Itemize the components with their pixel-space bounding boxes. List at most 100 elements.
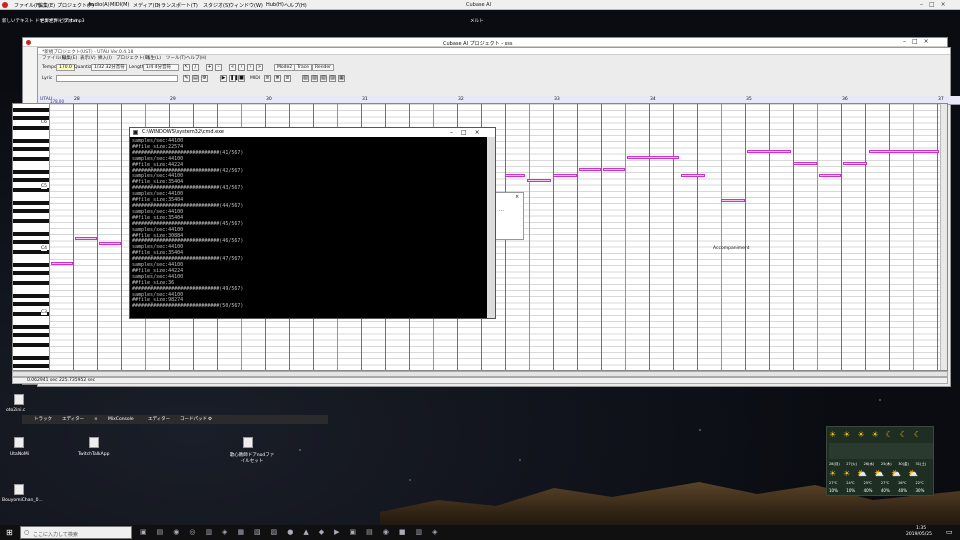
utau-menu-play[interactable]: 再生(L) <box>146 55 161 61</box>
note-block[interactable] <box>721 199 745 202</box>
pointer-tool-icon[interactable]: ↖ <box>183 64 190 71</box>
vertical-scrollbar[interactable] <box>940 104 947 370</box>
desktop-file-icon[interactable] <box>89 437 99 448</box>
bar-35: 35 <box>746 97 752 102</box>
cmd-window-controls[interactable]: –□× <box>450 128 488 137</box>
save-icon[interactable]: ▤ <box>192 75 199 82</box>
menu-file[interactable]: ファイル(F) <box>14 2 41 9</box>
weather-precip: 40% <box>880 488 890 493</box>
note-block[interactable] <box>527 179 551 182</box>
menu-edit[interactable]: 編集(E) <box>38 2 55 9</box>
note-block[interactable] <box>869 150 939 153</box>
note-block[interactable] <box>793 162 817 165</box>
desktop-icon-oto2ini[interactable]: oto2ini.c <box>6 408 25 413</box>
play-icon[interactable]: ▶ <box>220 75 227 82</box>
weather-precip: 10% <box>846 488 856 493</box>
desktop-file-icon[interactable] <box>14 394 24 405</box>
tool-d-icon[interactable]: ▧ <box>302 75 309 82</box>
cmd-scrollbar[interactable] <box>487 137 495 318</box>
desktop-file-icon[interactable] <box>243 437 253 448</box>
note-block[interactable] <box>99 242 121 245</box>
tab-close-icon[interactable]: × <box>94 415 98 424</box>
weather-day: 31(土) <box>915 462 927 466</box>
lyric-input[interactable] <box>56 75 178 82</box>
next-icon[interactable]: › <box>247 64 254 71</box>
tab-chordpad[interactable]: コードパッド <box>180 415 207 424</box>
quantize-select[interactable]: 1/32 32分音符 <box>91 64 127 71</box>
menu-window[interactable]: ウィンドウ(W) <box>229 2 263 9</box>
note-block[interactable] <box>75 237 97 240</box>
midi-label: MIDI <box>250 76 261 81</box>
tab-editor[interactable]: エディター <box>62 415 84 424</box>
pencil-tool-icon[interactable]: / <box>192 64 199 71</box>
length-select[interactable]: 1/4 4分音符 <box>143 64 179 71</box>
tool-c-icon[interactable]: ≡ <box>284 75 291 82</box>
note-block[interactable] <box>843 162 867 165</box>
utau-menu-help[interactable]: ヘルプ(H) <box>186 55 206 61</box>
forward-icon[interactable]: » <box>256 64 263 71</box>
piano-keys[interactable] <box>13 104 49 370</box>
project-window-controls[interactable]: –□× <box>903 38 935 45</box>
notification-icon[interactable]: ▭ <box>946 528 953 536</box>
note-block[interactable] <box>505 174 525 177</box>
window-controls[interactable]: –□× <box>920 1 952 8</box>
utau-menu-project[interactable]: プロジェクト(P) <box>116 55 149 61</box>
menu-midi[interactable]: MIDI(M) <box>110 2 129 8</box>
prev-icon[interactable]: ‹ <box>238 64 245 71</box>
tab-track[interactable]: トラック <box>34 415 52 424</box>
tab-mixconsole[interactable]: MixConsole <box>108 415 134 424</box>
tool-h-icon[interactable]: ▦ <box>338 75 345 82</box>
note-block[interactable] <box>51 262 73 265</box>
tab-editor-2[interactable]: エディター <box>148 415 170 424</box>
windows-start-icon[interactable]: ⊞ <box>6 528 13 537</box>
desktop-top-icon-3[interactable]: メルト <box>470 18 484 24</box>
mode2-button[interactable]: Mode2 <box>274 64 296 71</box>
dialog-ellipsis: … <box>499 207 504 213</box>
menu-hub[interactable]: Hub(H) <box>266 2 284 8</box>
note-block[interactable] <box>681 174 705 177</box>
tool-g-icon[interactable]: ▨ <box>329 75 336 82</box>
note-block[interactable] <box>819 174 841 177</box>
search-box[interactable]: ○ ここに入力して検索 <box>20 526 132 539</box>
tab-settings-icon[interactable]: ⚙ <box>208 415 212 424</box>
desktop-top-icon-2[interactable]: 世界世界 ビデオ.mp3 <box>40 18 84 24</box>
desktop-file-icon[interactable] <box>14 437 24 448</box>
zoom-out-icon[interactable]: - <box>215 64 222 71</box>
utau-menu-insert[interactable]: 挿入(I) <box>98 55 112 61</box>
desktop-icon-bouyomi[interactable]: BouyomiChan_0... <box>2 498 43 503</box>
tool-a-icon[interactable]: ≡ <box>264 75 271 82</box>
menu-help[interactable]: ヘルプ(H) <box>284 2 307 9</box>
desktop-icon-utanomi[interactable]: UtaNoMi <box>10 452 29 457</box>
menu-studio[interactable]: スタジオ(S) <box>203 2 230 9</box>
bar-34: 34 <box>650 97 656 102</box>
menu-audio[interactable]: Audio(A) <box>88 2 110 8</box>
menu-transport[interactable]: トランスポート(T) <box>156 2 198 9</box>
tool-e-icon[interactable]: ▨ <box>311 75 318 82</box>
tool-f-icon[interactable]: ▧ <box>320 75 327 82</box>
zoom-in-icon[interactable]: + <box>206 64 213 71</box>
trace-button[interactable]: Trace <box>294 64 312 71</box>
utau-menu-edit[interactable]: 編集(E) <box>62 55 77 61</box>
note-block[interactable] <box>553 174 577 177</box>
pause-icon[interactable]: ❚❚ <box>229 75 238 82</box>
taskbar-app-icons[interactable]: ▣▤◉◎▥◈▦▧▨●▲◆▶▣▤◉■▥◈ <box>140 528 700 537</box>
note-block[interactable] <box>579 168 601 171</box>
note-block[interactable] <box>627 156 679 159</box>
dialog-close-icon[interactable]: × <box>515 194 519 200</box>
tool-b-icon[interactable]: ≣ <box>274 75 281 82</box>
render-button[interactable]: Render <box>312 64 335 71</box>
tempo-input[interactable]: 170.0 <box>56 64 75 71</box>
note-block[interactable] <box>747 150 791 153</box>
stop-icon[interactable]: ■ <box>238 75 245 82</box>
rewind-icon[interactable]: « <box>229 64 236 71</box>
edit-icon[interactable]: ✎ <box>183 75 190 82</box>
cmd-window[interactable]: C:\WINDOWS\system32\cmd.exe –□× samples/… <box>129 127 496 319</box>
utau-menu-tools[interactable]: ツール(T) <box>166 55 186 61</box>
utau-menu-view[interactable]: 表示(V) <box>80 55 96 61</box>
desktop-file-icon[interactable] <box>14 484 24 495</box>
desktop-icon-utaset[interactable]: 歌心教師ドアnodファイルセット <box>228 452 276 464</box>
bar-31: 31 <box>362 97 368 102</box>
desktop-icon-twitch[interactable]: TwitchTalkApp <box>78 452 109 457</box>
note-block[interactable] <box>603 168 625 171</box>
settings-icon[interactable]: ⚙ <box>201 75 208 82</box>
